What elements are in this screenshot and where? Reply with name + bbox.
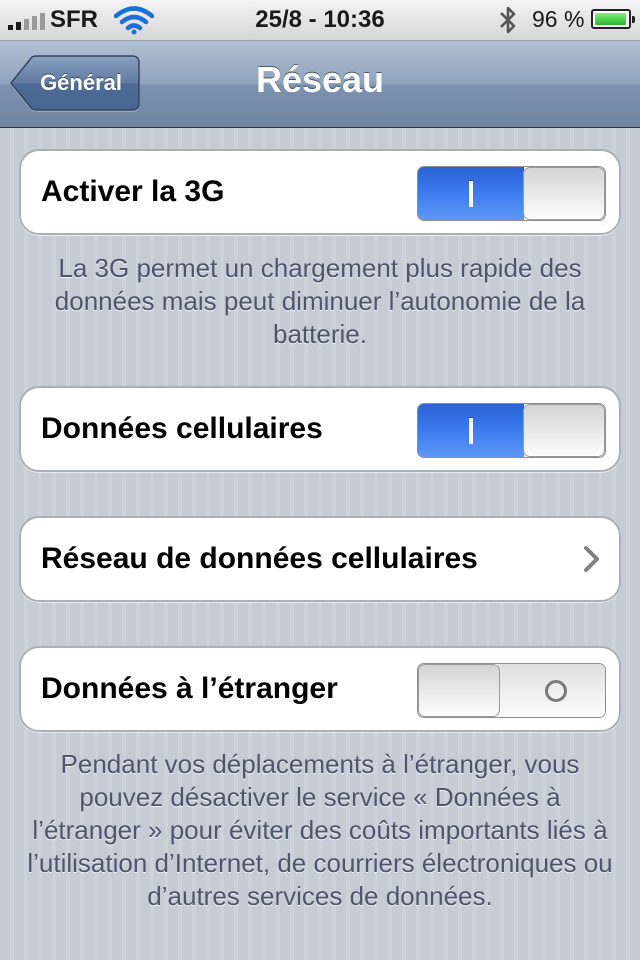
switch-off-glyph-icon bbox=[544, 679, 567, 702]
cellular-network-cell[interactable]: Réseau de données cellulaires bbox=[19, 516, 621, 602]
navigation-bar: Général Réseau bbox=[0, 41, 640, 128]
switch-knob[interactable] bbox=[523, 167, 605, 220]
switch-on-glyph-icon bbox=[469, 180, 473, 207]
battery-level-fill bbox=[595, 13, 626, 25]
back-button[interactable]: Général bbox=[10, 55, 140, 111]
roaming-footer: Pendant vos déplacements à l’étranger, v… bbox=[27, 749, 613, 911]
page-title: Réseau bbox=[255, 59, 385, 100]
enable-3g-label: Activer la 3G bbox=[41, 175, 225, 208]
switch-on-glyph-icon bbox=[469, 417, 473, 444]
roaming-label: Données à l’étranger bbox=[41, 672, 338, 705]
battery-percentage: 96 % bbox=[532, 6, 585, 32]
status-bar: SFR 25/8 - 10:36 96 % bbox=[0, 0, 640, 41]
cellular-data-switch[interactable] bbox=[417, 403, 606, 458]
battery-icon bbox=[591, 9, 635, 29]
cellular-data-label: Données cellulaires bbox=[41, 412, 323, 445]
chevron-right-icon bbox=[584, 546, 599, 572]
back-button-label: Général bbox=[40, 70, 122, 95]
roaming-cell: Données à l’étranger bbox=[19, 646, 621, 732]
cellular-network-label: Réseau de données cellulaires bbox=[41, 542, 478, 575]
enable-3g-footer: La 3G permet un chargement plus rapide d… bbox=[54, 253, 586, 349]
roaming-switch[interactable] bbox=[417, 663, 606, 718]
enable-3g-switch[interactable] bbox=[417, 166, 606, 221]
bluetooth-icon bbox=[500, 6, 516, 34]
enable-3g-cell: Activer la 3G bbox=[19, 149, 621, 235]
switch-knob[interactable] bbox=[523, 404, 605, 457]
cellular-data-cell: Données cellulaires bbox=[19, 386, 621, 472]
switch-knob[interactable] bbox=[418, 664, 500, 717]
